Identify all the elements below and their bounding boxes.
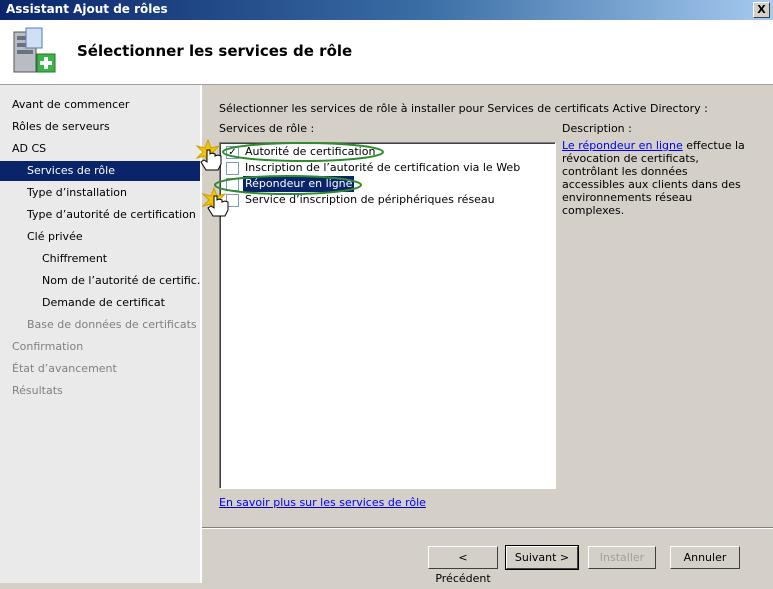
service-checkbox-inscription-web[interactable] bbox=[226, 162, 239, 175]
nav-step-services-de-role[interactable]: Services de rôle bbox=[0, 161, 200, 181]
nav-step-type-installation[interactable]: Type d’installation bbox=[0, 183, 200, 203]
nav-step-avant-de-commencer[interactable]: Avant de commencer bbox=[0, 95, 200, 115]
page-title: Sélectionner les services de rôle bbox=[77, 42, 353, 60]
description-text: Le répondeur en ligne effectue la révoca… bbox=[562, 139, 752, 217]
service-checkbox-inscription-peripheriques[interactable] bbox=[226, 194, 239, 207]
description-label: Description : bbox=[562, 122, 632, 135]
next-button[interactable]: Suivant > bbox=[505, 545, 579, 570]
nav-step-ad-cs[interactable]: AD CS bbox=[0, 139, 200, 159]
service-label: Répondeur en ligne bbox=[243, 176, 355, 192]
nav-step-confirmation: Confirmation bbox=[12, 340, 84, 353]
nav-step-roles-de-serveurs[interactable]: Rôles de serveurs bbox=[0, 117, 200, 137]
description-link[interactable]: Le répondeur en ligne bbox=[562, 139, 683, 152]
install-button: Installer bbox=[588, 546, 656, 569]
nav-step-nom-autorite[interactable]: Nom de l’autorité de certific… bbox=[0, 271, 200, 291]
service-label: Service d’inscription de périphériques r… bbox=[245, 193, 495, 206]
main-panel: Sélectionner les services de rôle à inst… bbox=[202, 85, 773, 525]
previous-button[interactable]: < Précédent bbox=[428, 546, 498, 585]
nav-step-cle-privee[interactable]: Clé privée bbox=[0, 227, 200, 247]
nav-step-resultats: Résultats bbox=[12, 384, 63, 397]
cancel-button[interactable]: Annuler bbox=[670, 546, 740, 569]
wizard-steps-nav: Avant de commencer Rôles de serveurs AD … bbox=[0, 85, 202, 583]
window-title: Assistant Ajout de rôles bbox=[6, 2, 168, 16]
service-checkbox-autorite-certification[interactable]: ✓ bbox=[226, 146, 239, 159]
nav-step-etat-avancement: État d’avancement bbox=[12, 362, 117, 375]
intro-text: Sélectionner les services de rôle à inst… bbox=[219, 102, 708, 115]
nav-step-type-autorite[interactable]: Type d’autorité de certification bbox=[0, 205, 200, 225]
server-roles-icon bbox=[13, 27, 56, 73]
title-bar: Assistant Ajout de rôles X bbox=[0, 0, 773, 20]
learn-more-link[interactable]: En savoir plus sur les services de rôle bbox=[219, 496, 426, 509]
nav-step-base-de-donnees: Base de données de certificats bbox=[27, 318, 197, 331]
close-button[interactable]: X bbox=[753, 2, 770, 18]
services-label: Services de rôle : bbox=[219, 122, 315, 135]
service-label: Inscription de l’autorité de certificati… bbox=[245, 161, 521, 174]
service-checkbox-repondeur-en-ligne[interactable] bbox=[226, 178, 239, 191]
wizard-header: Sélectionner les services de rôle bbox=[0, 20, 773, 85]
role-services-list[interactable]: ✓ Autorité de certification Inscription … bbox=[219, 142, 556, 489]
nav-step-chiffrement[interactable]: Chiffrement bbox=[0, 249, 200, 269]
nav-step-demande-certificat[interactable]: Demande de certificat bbox=[0, 293, 200, 313]
service-label: Autorité de certification bbox=[245, 145, 376, 158]
wizard-footer: < Précédent Suivant > Installer Annuler bbox=[202, 527, 773, 585]
